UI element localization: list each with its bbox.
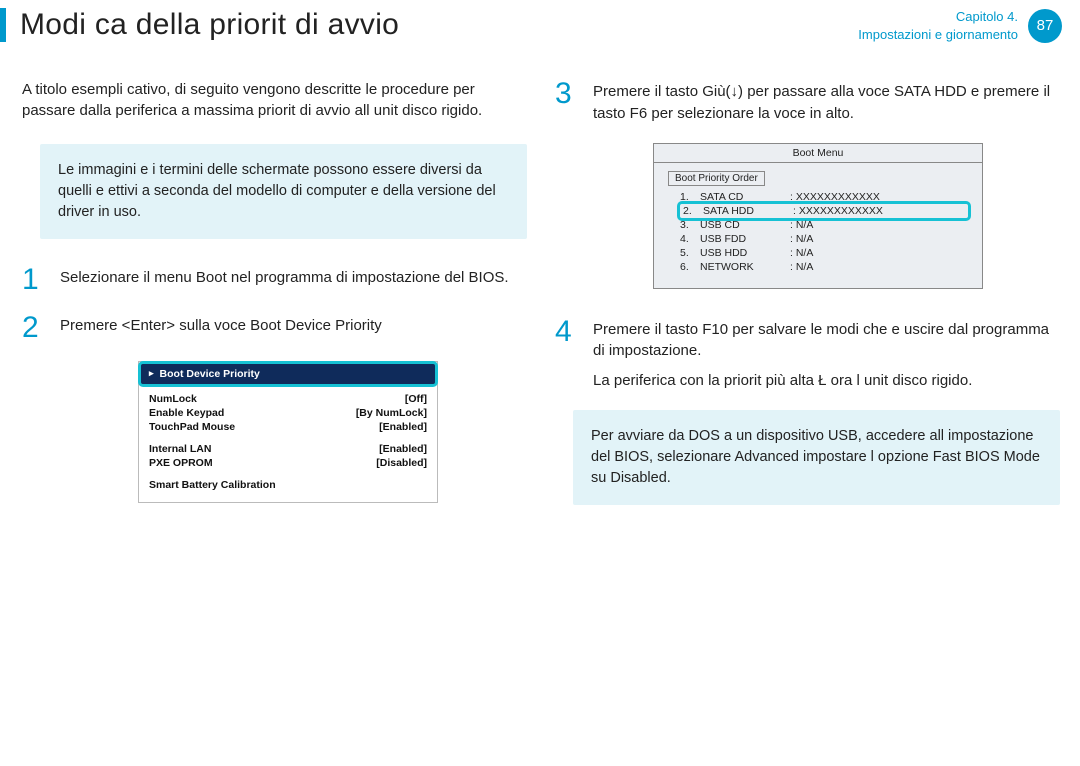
bios1-row: TouchPad Mouse [Enabled] <box>149 420 427 434</box>
note-box-1: Le immagini e i termini delle schermate … <box>40 144 527 239</box>
step-number: 2 <box>22 313 46 343</box>
step-2: 2 Premere <Enter> sulla voce Boot Device… <box>22 313 527 343</box>
bios2-val: : XXXXXXXXXXXX <box>790 191 880 203</box>
bios1-key: Smart Battery Calibration <box>149 479 276 491</box>
chapter-wrap: Capitolo 4. Impostazioni e giornamento 8… <box>858 8 1062 43</box>
bios2-row: 6. NETWORK : N/A <box>668 260 968 274</box>
step-3: 3 Premere il tasto Giù(↓) per passare al… <box>555 79 1060 125</box>
note-box-2: Per avviare da DOS a un dispositivo USB,… <box>573 410 1060 505</box>
step-text: Premere il tasto F10 per salvare le modi… <box>593 317 1060 392</box>
step4-cont: La periferica con la priorit più alta Ł … <box>593 370 1060 392</box>
bios2-val: : N/A <box>790 261 813 273</box>
bios2-idx: 6. <box>680 261 696 273</box>
step-1: 1 Selezionare il menu Boot nel programma… <box>22 265 527 295</box>
bios2-dev: SATA HDD <box>703 205 789 217</box>
step4-main: Premere il tasto F10 per salvare le modi… <box>593 321 1049 360</box>
step-text: Premere <Enter> sulla voce Boot Device P… <box>60 313 382 343</box>
bios1-val: [Off] <box>405 393 427 405</box>
bios1-row: PXE OPROM [Disabled] <box>149 456 427 470</box>
bios-screenshot-1: Boot Device Priority NumLock[Off]Enable … <box>138 361 438 503</box>
bios2-row: 3. USB CD : N/A <box>668 218 968 232</box>
left-column: A titolo esempli cativo, di seguito veng… <box>22 79 527 531</box>
step-4: 4 Premere il tasto F10 per salvare le mo… <box>555 317 1060 392</box>
page-number: 87 <box>1037 17 1054 34</box>
bios2-row: 5. USB HDD : N/A <box>668 246 968 260</box>
bios2-dev: NETWORK <box>700 261 786 273</box>
bios2-val: : N/A <box>790 247 813 259</box>
bios2-idx: 4. <box>680 233 696 245</box>
bios2-val: : N/A <box>790 233 813 245</box>
bios1-row: Internal LAN [Enabled] <box>149 442 427 456</box>
bios2-idx: 1. <box>680 191 696 203</box>
bios2-dev: USB FDD <box>700 233 786 245</box>
bios1-val: [By NumLock] <box>356 407 427 419</box>
right-column: 3 Premere il tasto Giù(↓) per passare al… <box>555 79 1060 531</box>
step-number: 3 <box>555 79 579 125</box>
step-text: Premere il tasto Giù(↓) per passare alla… <box>593 79 1060 125</box>
bios1-row: Smart Battery Calibration <box>149 478 427 492</box>
chapter-text: Capitolo 4. Impostazioni e giornamento <box>858 8 1018 43</box>
step-text: Selezionare il menu Boot nel programma d… <box>60 265 509 295</box>
bios2-dev: USB HDD <box>700 247 786 259</box>
bios1-key: Enable Keypad <box>149 407 224 419</box>
intro-text: A titolo esempli cativo, di seguito veng… <box>22 79 527 122</box>
bios1-val: [Disabled] <box>376 457 427 469</box>
bios1-key: NumLock <box>149 393 197 405</box>
chapter-line1: Capitolo 4. <box>858 8 1018 26</box>
bios2-idx: 2. <box>683 205 699 217</box>
bios2-row: 4. USB FDD : N/A <box>668 232 968 246</box>
page-number-badge: 87 <box>1028 9 1062 43</box>
bios1-key: PXE OPROM <box>149 457 213 469</box>
bios2-dev: SATA CD <box>700 191 786 203</box>
bios1-row: Enable Keypad [By NumLock] <box>149 406 427 420</box>
bios2-title: Boot Menu <box>654 144 982 163</box>
bios2-dev: USB CD <box>700 219 786 231</box>
bios1-row: NumLock [Off] <box>149 392 427 406</box>
chapter-line2: Impostazioni e giornamento <box>858 26 1018 44</box>
step-number: 4 <box>555 317 579 392</box>
bios1-header: Boot Device Priority <box>138 361 438 387</box>
bios2-val: : XXXXXXXXXXXX <box>793 205 883 217</box>
bios1-val: [Enabled] <box>379 443 427 455</box>
bios1-rows: NumLock[Off]Enable Keypad[By NumLock]Tou… <box>139 386 437 502</box>
title-bar: Modi ca della priorit di avvio <box>0 8 399 42</box>
bios2-idx: 5. <box>680 247 696 259</box>
bios1-key: Internal LAN <box>149 443 211 455</box>
bios1-key: TouchPad Mouse <box>149 421 235 433</box>
bios-screenshot-2: Boot Menu Boot Priority Order 1. SATA CD:… <box>653 143 983 289</box>
bios2-label: Boot Priority Order <box>668 171 765 186</box>
bios1-val: [Enabled] <box>379 421 427 433</box>
page-title: Modi ca della priorit di avvio <box>20 8 399 42</box>
page-header: Modi ca della priorit di avvio Capitolo … <box>0 0 1080 53</box>
bios2-idx: 3. <box>680 219 696 231</box>
bios2-val: : N/A <box>790 219 813 231</box>
step-number: 1 <box>22 265 46 295</box>
